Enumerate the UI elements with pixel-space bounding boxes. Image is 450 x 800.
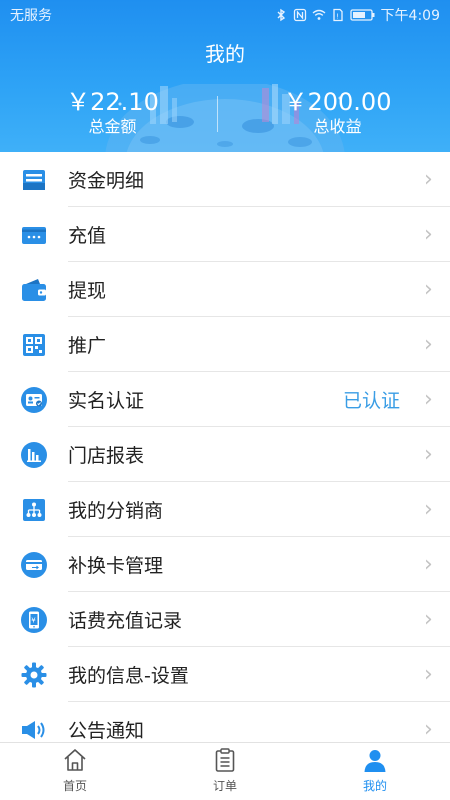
user-icon xyxy=(364,750,386,772)
wallet-icon xyxy=(0,262,68,317)
total-income-block: ￥200.00 总收益 xyxy=(225,88,450,138)
total-income-value: ￥200.00 xyxy=(283,88,392,116)
battery-icon xyxy=(349,8,376,22)
total-amount-label: 总金额 xyxy=(88,117,137,136)
menu-item-label: 推广 xyxy=(68,335,107,357)
funds-detail-icon xyxy=(0,152,68,207)
menu-item-promote[interactable]: 推广 › xyxy=(0,317,450,372)
carrier-text: 无服务 xyxy=(10,8,52,24)
card-exchange-icon xyxy=(0,537,68,592)
menu-item-label: 公告通知 xyxy=(68,720,145,742)
menu-item-my-distributors[interactable]: 我的分销商 › xyxy=(0,482,450,537)
tab-label: 订单 xyxy=(212,779,237,793)
menu-item-funds-detail[interactable]: 资金明细 › xyxy=(0,152,450,207)
menu-item-label: 提现 xyxy=(68,280,107,302)
tab-mine[interactable]: 我的 xyxy=(300,743,450,800)
nfc-icon xyxy=(293,8,307,22)
bottom-tab-bar: 首页 订单 我的 xyxy=(0,742,450,800)
menu-item-phone-recharge-records[interactable]: ¥ 话费充值记录 › xyxy=(0,592,450,647)
chevron-right-icon: › xyxy=(424,277,433,302)
page-title: 我的 xyxy=(205,42,245,66)
menu-item-my-info-settings[interactable]: 我的信息-设置 › xyxy=(0,647,450,702)
tab-orders[interactable]: 订单 xyxy=(150,743,300,800)
chevron-right-icon: › xyxy=(424,167,433,192)
menu-item-label: 我的分销商 xyxy=(68,500,164,522)
menu-item-label: 实名认证 xyxy=(68,390,145,412)
balance-summary: ￥22.10 总金额 ￥200.00 总收益 xyxy=(0,84,450,152)
wifi-icon xyxy=(312,8,326,22)
org-chart-icon xyxy=(0,482,68,537)
menu-item-label: 充值 xyxy=(68,225,107,247)
menu-item-label: 补换卡管理 xyxy=(68,555,164,577)
bar-chart-icon xyxy=(0,427,68,482)
chevron-right-icon: › xyxy=(424,387,433,412)
svg-text:!: ! xyxy=(336,13,339,21)
chevron-right-icon: › xyxy=(424,607,433,632)
menu-item-label: 话费充值记录 xyxy=(68,610,183,632)
tab-label: 我的 xyxy=(362,779,387,793)
chevron-right-icon: › xyxy=(424,222,433,247)
gear-icon xyxy=(0,647,68,702)
tab-label: 首页 xyxy=(62,779,87,793)
bluetooth-icon xyxy=(274,8,288,22)
menu-item-store-report[interactable]: 门店报表 › xyxy=(0,427,450,482)
svg-text:¥: ¥ xyxy=(31,616,36,624)
chevron-right-icon: › xyxy=(424,332,433,357)
id-card-icon xyxy=(0,372,68,427)
summary-divider xyxy=(217,96,218,132)
total-income-label: 总收益 xyxy=(313,117,362,136)
qr-code-icon xyxy=(0,317,68,372)
chevron-right-icon: › xyxy=(424,497,433,522)
menu-item-withdraw[interactable]: 提现 › xyxy=(0,262,450,317)
menu-item-label: 我的信息-设置 xyxy=(68,665,189,687)
clipboard-icon xyxy=(215,748,235,772)
total-amount-block: ￥22.10 总金额 xyxy=(0,88,225,138)
phone-bill-icon: ¥ xyxy=(0,592,68,647)
chevron-right-icon: › xyxy=(424,442,433,467)
verification-status: 已认证 xyxy=(342,390,400,412)
chevron-right-icon: › xyxy=(424,717,433,742)
tab-home[interactable]: 首页 xyxy=(0,743,150,800)
home-icon xyxy=(64,749,86,771)
menu-item-real-name-verification[interactable]: 实名认证 已认证 › xyxy=(0,372,450,427)
menu-item-recharge[interactable]: 充值 › xyxy=(0,207,450,262)
header-background: 无服务 ! 下午4:09 我的 ￥22.10 总金额 ￥200.00 总收益 xyxy=(0,0,450,152)
sim-icon: ! xyxy=(331,8,345,22)
chevron-right-icon: › xyxy=(424,552,433,577)
menu-item-label: 资金明细 xyxy=(68,170,145,192)
clock-text: 下午4:09 xyxy=(380,8,440,24)
menu-list: 资金明细 › 充值 › 提现 › 推广 › 实名认证 已认证 › 门店报表 › … xyxy=(0,152,450,757)
status-bar: 无服务 ! 下午4:09 xyxy=(0,0,450,30)
recharge-card-icon xyxy=(0,207,68,262)
menu-item-card-replacement[interactable]: 补换卡管理 › xyxy=(0,537,450,592)
total-amount-value: ￥22.10 xyxy=(66,88,159,116)
chevron-right-icon: › xyxy=(424,662,433,687)
menu-item-label: 门店报表 xyxy=(68,445,145,467)
